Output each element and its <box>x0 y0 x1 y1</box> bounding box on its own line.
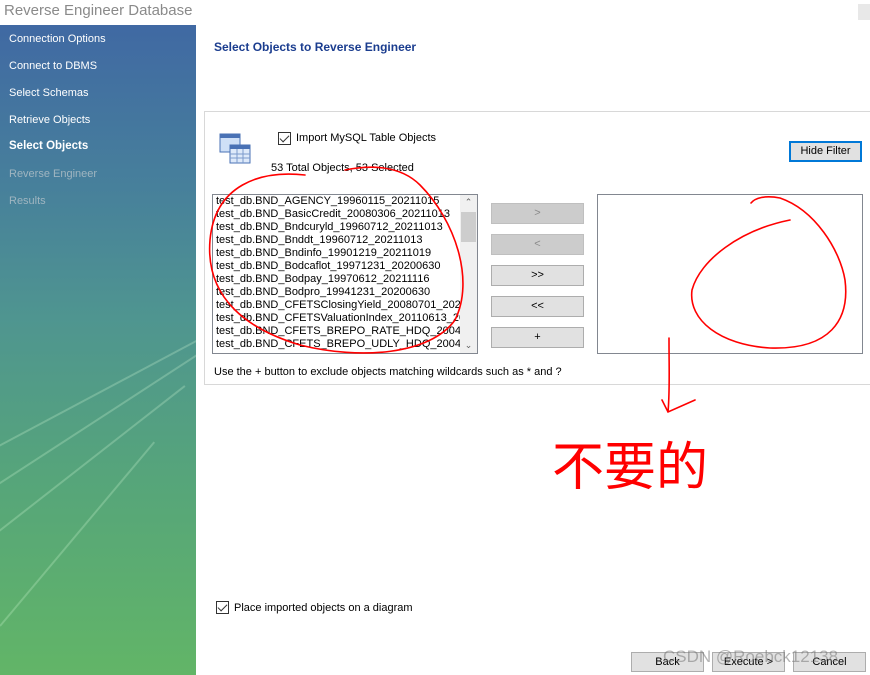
objects-summary: 53 Total Objects, 53 Selected <box>271 162 414 174</box>
wizard-sidebar: Connection Options Connect to DBMS Selec… <box>0 25 196 675</box>
handwritten-note: 不要的 <box>552 438 708 498</box>
add-selected-button[interactable]: > <box>491 203 584 224</box>
list-item[interactable]: test_db.BND_Bndinfo_19901219_20211019 <box>213 247 477 260</box>
scroll-up-icon[interactable]: ⌃ <box>460 197 477 208</box>
sidebar-item-reverse-engineer: Reverse Engineer <box>9 168 98 180</box>
sidebar-item-select-objects[interactable]: Select Objects <box>9 140 88 152</box>
sidebar-item-results: Results <box>9 195 46 207</box>
scrollbar-thumb[interactable] <box>461 212 476 242</box>
list-item[interactable]: test_db.BND_CFETS_BREPO_RATE_HDQ_2004052 <box>213 325 477 338</box>
remove-all-button[interactable]: << <box>491 296 584 317</box>
sidebar-item-select-schemas[interactable]: Select Schemas <box>9 87 88 99</box>
window-control-button[interactable] <box>858 4 870 20</box>
decorative-streak <box>0 353 196 497</box>
listbox-scrollbar[interactable]: ⌃ ⌄ <box>460 195 477 353</box>
import-mysql-table-checkbox[interactable] <box>278 132 291 145</box>
add-all-button[interactable]: >> <box>491 265 584 286</box>
list-item[interactable]: test_db.BND_Bnddt_19960712_20211013 <box>213 234 477 247</box>
decorative-streak <box>0 333 196 457</box>
excluded-objects-listbox[interactable] <box>597 194 863 354</box>
place-on-diagram-label: Place imported objects on a diagram <box>234 602 413 614</box>
remove-selected-button[interactable]: < <box>491 234 584 255</box>
exclude-wildcard-button[interactable]: + <box>491 327 584 348</box>
list-item[interactable]: test_db.BND_Bodpro_19941231_20200630 <box>213 286 477 299</box>
page-title: Select Objects to Reverse Engineer <box>214 40 417 54</box>
scroll-down-icon[interactable]: ⌄ <box>460 340 477 351</box>
sidebar-item-connection-options[interactable]: Connection Options <box>9 33 106 45</box>
list-item[interactable]: test_db.BND_Bodpay_19970612_20211116 <box>213 273 477 286</box>
import-mysql-table-label: Import MySQL Table Objects <box>296 132 436 144</box>
hide-filter-button[interactable]: Hide Filter <box>789 141 862 162</box>
list-item[interactable]: test_db.BND_CFETSClosingYield_20080701_2… <box>213 299 477 312</box>
list-item[interactable]: test_db.BND_Bndcuryld_19960712_20211013 <box>213 221 477 234</box>
list-item[interactable]: test_db.BND_Bodcaflot_19971231_20200630 <box>213 260 477 273</box>
sidebar-item-retrieve-objects[interactable]: Retrieve Objects <box>9 114 90 126</box>
watermark: CSDN @Roebck12138 <box>663 647 839 666</box>
objects-listbox[interactable]: test_db.BND_AGENCY_19960115_20211015 test… <box>212 194 478 354</box>
place-on-diagram-checkbox[interactable] <box>216 601 229 614</box>
list-item[interactable]: test_db.BND_BasicCredit_20080306_2021101… <box>213 208 477 221</box>
list-item[interactable]: test_db.BND_AGENCY_19960115_20211015 <box>213 195 477 208</box>
title-bar: Reverse Engineer Database <box>0 0 870 25</box>
list-item[interactable]: test_db.BND_CFETS_BREPO_UDLY_HDQ_2004052 <box>213 338 477 351</box>
sidebar-item-connect-to-dbms[interactable]: Connect to DBMS <box>9 60 97 72</box>
table-objects-icon <box>219 133 251 164</box>
list-item[interactable]: test_db.BND_CFETSValuationIndex_20110613… <box>213 312 477 325</box>
wildcard-hint: Use the + button to exclude objects matc… <box>214 366 562 378</box>
window-title: Reverse Engineer Database <box>4 2 193 19</box>
